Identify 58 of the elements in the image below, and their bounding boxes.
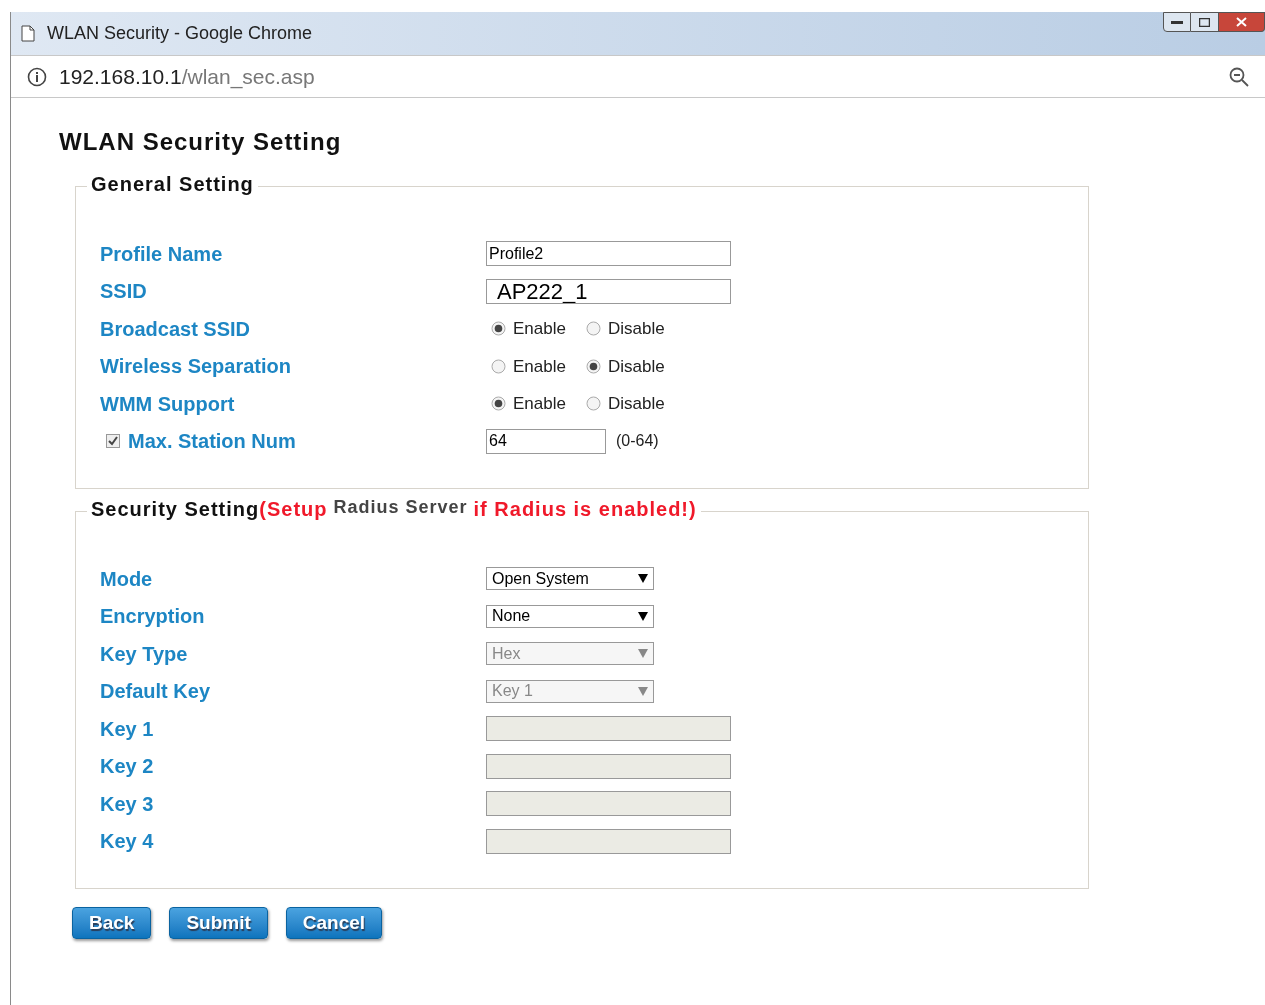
field-label: Wireless Separation [100, 354, 291, 380]
radio-button[interactable] [586, 321, 601, 337]
option-label[interactable]: Enable [513, 353, 566, 379]
window-title: WLAN Security - Google Chrome [47, 22, 313, 45]
page-title: WLAN Security Setting [59, 127, 343, 157]
field-label: Default Key [100, 679, 211, 705]
section-note: Radius Server [333, 496, 468, 519]
minimize-icon [1171, 20, 1183, 24]
section-note: if Radius is enabled!) [473, 497, 697, 522]
info-icon [27, 66, 47, 87]
form-button[interactable]: Submit [169, 907, 268, 939]
caret-icon [638, 611, 648, 621]
close-button[interactable] [1219, 12, 1265, 32]
option-label[interactable]: Disable [608, 391, 665, 417]
text-field[interactable]: AP222_1 [486, 278, 731, 304]
section-title: Security Setting [91, 497, 260, 522]
field-label: Key 1 [100, 716, 154, 742]
section-note: (Setup [259, 497, 328, 522]
radio-button[interactable] [491, 321, 506, 337]
option-label[interactable]: Disable [608, 316, 665, 342]
field-label: Max. Station Num [128, 429, 296, 455]
caret-icon [638, 574, 648, 584]
option-label[interactable]: Disable [608, 353, 665, 379]
form-button[interactable]: Back [72, 907, 152, 939]
field-label: Broadcast SSID [100, 316, 251, 342]
minimize-button[interactable] [1163, 12, 1191, 32]
field-label: Key 2 [100, 754, 154, 780]
url-text: 192.168.10.1/wlan_sec.asp [59, 63, 315, 91]
field-label: Mode [100, 566, 153, 592]
checkbox[interactable] [106, 434, 120, 449]
radio-button[interactable] [491, 396, 506, 412]
dropdown[interactable]: None [486, 604, 654, 628]
radio-button[interactable] [586, 358, 601, 374]
field-label: Key 3 [100, 791, 154, 817]
text-field[interactable]: Profile2 [486, 241, 731, 267]
close-icon [1236, 17, 1247, 27]
address-bar[interactable]: 192.168.10.1/wlan_sec.asp [11, 55, 1265, 98]
number-field[interactable]: 64 [486, 428, 606, 454]
field-label: Profile Name [100, 241, 223, 267]
field-label: Key 4 [100, 829, 154, 855]
page-icon [21, 25, 35, 42]
option-label[interactable]: Enable [513, 316, 566, 342]
radio-button[interactable] [491, 358, 506, 374]
dropdown[interactable]: Open System [486, 567, 654, 591]
field-label: SSID [100, 279, 147, 305]
field-label: Key Type [100, 641, 188, 667]
maximize-button[interactable] [1191, 12, 1219, 32]
maximize-icon [1199, 17, 1210, 27]
field-label: WMM Support [100, 391, 235, 417]
section-title: General Setting [91, 172, 254, 197]
range-hint: (0-64) [616, 431, 659, 452]
radio-button[interactable] [586, 396, 601, 412]
caret-icon [638, 649, 648, 659]
option-label[interactable]: Enable [513, 391, 566, 417]
zoom-icon[interactable] [1229, 66, 1249, 87]
caret-icon [638, 686, 648, 696]
field-label: Encryption [100, 604, 205, 630]
form-button[interactable]: Cancel [285, 907, 383, 939]
